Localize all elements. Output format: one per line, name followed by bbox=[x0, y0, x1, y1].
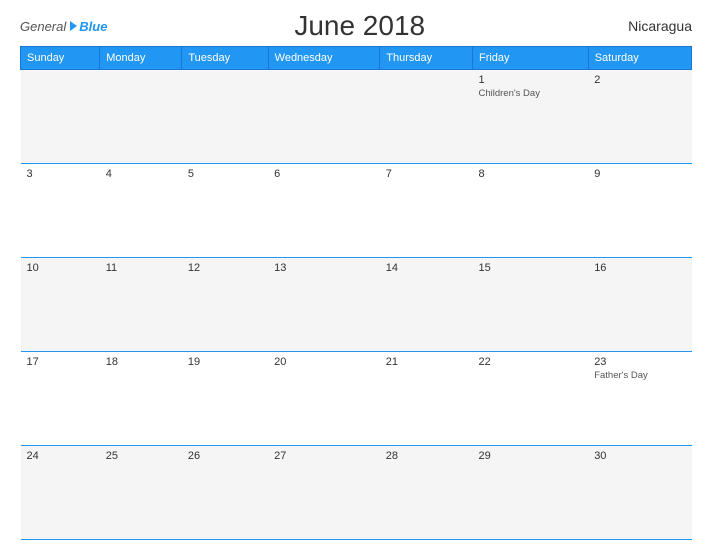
day-number: 20 bbox=[274, 356, 374, 368]
day-number: 12 bbox=[188, 262, 262, 274]
day-number: 28 bbox=[386, 450, 467, 462]
holiday-label: Children's Day bbox=[478, 88, 582, 100]
col-header-monday: Monday bbox=[100, 47, 182, 70]
day-number: 10 bbox=[27, 262, 94, 274]
calendar-cell: 30 bbox=[588, 446, 691, 540]
day-number: 26 bbox=[188, 450, 262, 462]
calendar-table: SundayMondayTuesdayWednesdayThursdayFrid… bbox=[20, 46, 692, 540]
calendar-cell: 15 bbox=[472, 258, 588, 352]
calendar-cell: 5 bbox=[182, 164, 268, 258]
day-number: 21 bbox=[386, 356, 467, 368]
day-number: 7 bbox=[386, 168, 467, 180]
day-number: 18 bbox=[106, 356, 176, 368]
col-header-wednesday: Wednesday bbox=[268, 47, 380, 70]
col-header-friday: Friday bbox=[472, 47, 588, 70]
logo-general-text: General bbox=[20, 19, 66, 34]
day-number: 5 bbox=[188, 168, 262, 180]
day-number: 27 bbox=[274, 450, 374, 462]
calendar-week-row: 10 11 12 13 14 15 16 bbox=[21, 258, 692, 352]
calendar-week-row: 17 18 19 20 21 22 23 Father's Day bbox=[21, 352, 692, 446]
calendar-cell: 9 bbox=[588, 164, 691, 258]
calendar-cell: 10 bbox=[21, 258, 100, 352]
calendar-cell bbox=[182, 70, 268, 164]
day-number: 11 bbox=[106, 262, 176, 274]
calendar-cell: 24 bbox=[21, 446, 100, 540]
day-number: 24 bbox=[27, 450, 94, 462]
calendar-cell: 7 bbox=[380, 164, 473, 258]
logo-blue-text: Blue bbox=[79, 19, 107, 34]
calendar-cell: 2 bbox=[588, 70, 691, 164]
day-number: 30 bbox=[594, 450, 685, 462]
logo: General Blue bbox=[20, 19, 107, 34]
calendar-cell: 19 bbox=[182, 352, 268, 446]
day-number: 4 bbox=[106, 168, 176, 180]
calendar-cell: 17 bbox=[21, 352, 100, 446]
calendar-cell bbox=[380, 70, 473, 164]
calendar-cell: 14 bbox=[380, 258, 473, 352]
calendar-cell: 29 bbox=[472, 446, 588, 540]
calendar-cell: 13 bbox=[268, 258, 380, 352]
calendar-cell: 20 bbox=[268, 352, 380, 446]
day-number: 23 bbox=[594, 356, 685, 368]
day-number: 17 bbox=[27, 356, 94, 368]
col-header-thursday: Thursday bbox=[380, 47, 473, 70]
calendar-cell: 23 Father's Day bbox=[588, 352, 691, 446]
day-number: 1 bbox=[478, 74, 582, 86]
calendar-cell: 11 bbox=[100, 258, 182, 352]
calendar-header: General Blue June 2018 Nicaragua bbox=[20, 10, 692, 42]
day-number: 14 bbox=[386, 262, 467, 274]
day-number: 3 bbox=[27, 168, 94, 180]
day-number: 16 bbox=[594, 262, 685, 274]
day-number: 2 bbox=[594, 74, 685, 86]
col-header-sunday: Sunday bbox=[21, 47, 100, 70]
day-number: 25 bbox=[106, 450, 176, 462]
day-number: 9 bbox=[594, 168, 685, 180]
calendar-cell: 6 bbox=[268, 164, 380, 258]
calendar-week-row: 24 25 26 27 28 29 30 bbox=[21, 446, 692, 540]
country-label: Nicaragua bbox=[612, 18, 692, 34]
calendar-cell: 4 bbox=[100, 164, 182, 258]
day-number: 6 bbox=[274, 168, 374, 180]
calendar-header-row: SundayMondayTuesdayWednesdayThursdayFrid… bbox=[21, 47, 692, 70]
calendar-cell bbox=[100, 70, 182, 164]
calendar-cell: 22 bbox=[472, 352, 588, 446]
calendar-cell bbox=[21, 70, 100, 164]
calendar-cell: 12 bbox=[182, 258, 268, 352]
calendar-cell bbox=[268, 70, 380, 164]
calendar-cell: 26 bbox=[182, 446, 268, 540]
col-header-saturday: Saturday bbox=[588, 47, 691, 70]
calendar-cell: 1 Children's Day bbox=[472, 70, 588, 164]
day-number: 19 bbox=[188, 356, 262, 368]
calendar-cell: 25 bbox=[100, 446, 182, 540]
calendar-cell: 27 bbox=[268, 446, 380, 540]
day-number: 22 bbox=[478, 356, 582, 368]
day-number: 15 bbox=[478, 262, 582, 274]
calendar-cell: 18 bbox=[100, 352, 182, 446]
calendar-week-row: 1 Children's Day 2 bbox=[21, 70, 692, 164]
calendar-cell: 8 bbox=[472, 164, 588, 258]
logo-triangle-icon bbox=[70, 21, 77, 31]
day-number: 13 bbox=[274, 262, 374, 274]
month-title: June 2018 bbox=[107, 10, 612, 42]
col-header-tuesday: Tuesday bbox=[182, 47, 268, 70]
calendar-cell: 16 bbox=[588, 258, 691, 352]
holiday-label: Father's Day bbox=[594, 370, 685, 382]
calendar-week-row: 3456789 bbox=[21, 164, 692, 258]
calendar-cell: 3 bbox=[21, 164, 100, 258]
calendar-cell: 28 bbox=[380, 446, 473, 540]
calendar-cell: 21 bbox=[380, 352, 473, 446]
day-number: 8 bbox=[478, 168, 582, 180]
day-number: 29 bbox=[478, 450, 582, 462]
